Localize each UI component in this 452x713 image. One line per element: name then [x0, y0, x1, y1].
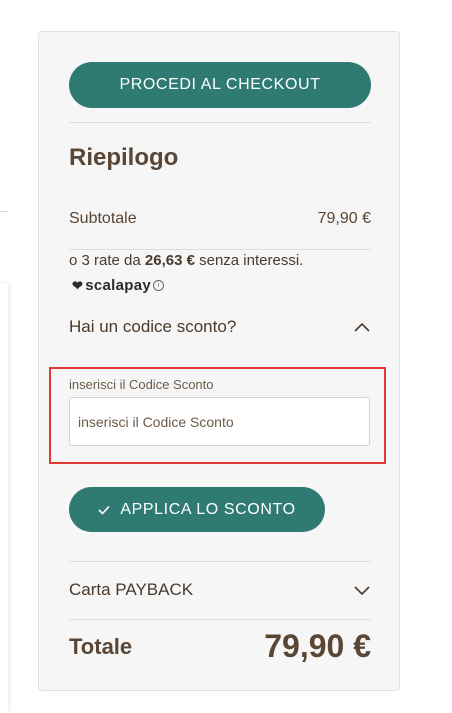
divider [69, 249, 371, 250]
payback-title: Carta PAYBACK [69, 580, 194, 599]
discount-title: Hai un codice sconto? [69, 317, 237, 336]
heart-icon: ❤ [72, 277, 84, 293]
chevron-up-icon[interactable] [353, 321, 371, 333]
side-panel-edge [0, 283, 8, 713]
installments-text: o 3 rate da 26,63 € senza interessi. [69, 252, 303, 269]
installments-suffix: senza interessi. [194, 252, 304, 269]
divider [69, 122, 371, 123]
installments-amount: 26,63 € [144, 252, 195, 269]
subtotal-row: Subtotale 79,90 € [69, 210, 371, 228]
apply-discount-label: APPLICA LO SCONTO [120, 500, 296, 518]
subtotal-value: 79,90 € [317, 210, 371, 227]
proceed-to-checkout-button[interactable]: PROCEDI AL CHECKOUT [69, 62, 371, 108]
divider [69, 619, 371, 620]
scalapay-logo[interactable]: ❤ scalapay i [72, 277, 164, 294]
subtotal-label: Subtotale [69, 210, 137, 227]
payback-toggle[interactable]: Carta PAYBACK [69, 580, 371, 600]
left-divider [0, 211, 8, 212]
discount-field-label: inserisci il Codice Sconto [69, 377, 214, 392]
total-row: Totale 79,90 € [69, 628, 371, 665]
scalapay-brand: scalapay [85, 277, 151, 294]
total-label: Totale [69, 633, 133, 659]
installments-prefix: o 3 rate da [69, 252, 145, 269]
apply-discount-button[interactable]: APPLICA LO SCONTO [69, 487, 325, 532]
total-value: 79,90 € [264, 628, 371, 664]
summary-title: Riepilogo [69, 144, 179, 171]
check-icon [98, 505, 110, 515]
order-summary-card: PROCEDI AL CHECKOUT Riepilogo Subtotale … [38, 31, 400, 691]
discount-code-input[interactable] [69, 397, 370, 446]
divider [69, 561, 371, 562]
chevron-down-icon[interactable] [353, 584, 371, 596]
info-icon[interactable]: i [153, 280, 164, 291]
discount-toggle[interactable]: Hai un codice sconto? [69, 317, 371, 337]
